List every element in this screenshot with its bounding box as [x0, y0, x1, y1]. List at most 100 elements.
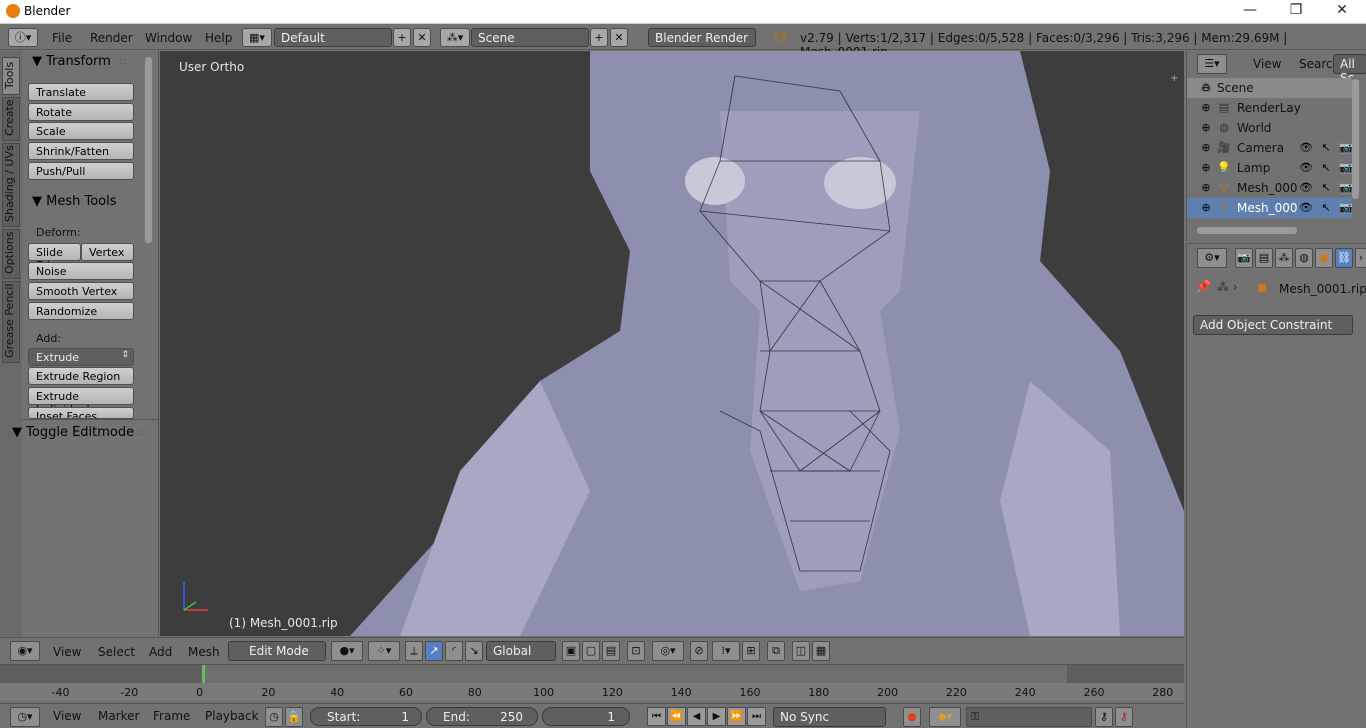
- manipulator-toggle-icon[interactable]: ⟂: [405, 641, 423, 661]
- operator-panel-header[interactable]: ▼ Toggle Editmode: [12, 425, 134, 440]
- expand-toggle-icon[interactable]: ⊕: [1199, 201, 1213, 215]
- menu-mesh[interactable]: Mesh: [188, 645, 220, 659]
- viewport-shading-icon[interactable]: ●▾: [331, 641, 363, 661]
- toolshelf-scrollbar[interactable]: [145, 57, 152, 243]
- snap-element-icon[interactable]: ⁞▾: [712, 641, 740, 661]
- face-select-icon[interactable]: ▤: [602, 641, 620, 661]
- end-frame-field[interactable]: End: 250: [426, 707, 538, 726]
- menu-select[interactable]: Select: [98, 645, 135, 659]
- outliner-scrollbar[interactable]: [1352, 79, 1359, 199]
- shrink-fatten-button[interactable]: Shrink/Fatten: [28, 142, 134, 160]
- extrude-dropdown[interactable]: Extrude ⇕: [28, 348, 134, 366]
- outliner-filter-dropdown[interactable]: All Sc: [1333, 54, 1366, 85]
- current-frame-field[interactable]: 1: [542, 707, 630, 726]
- pivot-point-icon[interactable]: ⁘▾: [368, 641, 400, 661]
- info-editor-type-icon[interactable]: ⓘ▾: [8, 28, 38, 47]
- scene-tab-icon[interactable]: ⁂: [1275, 248, 1293, 268]
- object-tab-icon[interactable]: ◼: [1315, 248, 1333, 268]
- timeline-menu-playback[interactable]: Playback: [205, 709, 259, 723]
- restore-button[interactable]: ❐: [1276, 2, 1316, 22]
- render-still-icon[interactable]: ◫: [792, 641, 810, 661]
- add-layout-icon[interactable]: +: [393, 28, 411, 47]
- close-button[interactable]: ✕: [1322, 2, 1362, 22]
- outliner-item[interactable]: ⊕ ◍ World: [1187, 118, 1352, 138]
- screen-layout-dropdown[interactable]: Default: [274, 28, 392, 47]
- preview-range-icon[interactable]: ◷: [265, 707, 283, 727]
- translate-button[interactable]: Translate: [28, 83, 134, 101]
- outliner-item[interactable]: ⊕ 💡 Lamp 👁 ↖ 📷: [1187, 158, 1352, 178]
- jump-end-icon[interactable]: ⏭: [747, 707, 766, 726]
- menu-help[interactable]: Help: [205, 31, 232, 45]
- extrude-region-button[interactable]: Extrude Region: [28, 367, 134, 385]
- renderable-camera-icon[interactable]: 📷: [1339, 181, 1353, 195]
- expand-toggle-icon[interactable]: ⊕: [1199, 161, 1213, 175]
- constraints-tab-icon[interactable]: ⛓: [1335, 248, 1353, 268]
- randomize-button[interactable]: Randomize: [28, 302, 134, 320]
- expand-toggle-icon[interactable]: ⊕: [1199, 141, 1213, 155]
- timeline-menu-frame[interactable]: Frame: [153, 709, 190, 723]
- render-tab-icon[interactable]: 📷: [1235, 248, 1253, 268]
- lock-range-icon[interactable]: 🔒: [285, 707, 303, 727]
- render-layers-tab-icon[interactable]: ▤: [1255, 248, 1273, 268]
- menu-render[interactable]: Render: [90, 31, 133, 45]
- editor-type-icon[interactable]: ◉▾: [10, 641, 40, 661]
- tab-create[interactable]: Create: [2, 97, 20, 141]
- translate-manipulator-icon[interactable]: ↗: [425, 641, 443, 661]
- render-animation-icon[interactable]: ▦: [812, 641, 830, 661]
- minimize-button[interactable]: —: [1230, 2, 1270, 22]
- push-pull-button[interactable]: Push/Pull: [28, 162, 134, 180]
- delete-keyframe-icon[interactable]: ⚷: [1115, 707, 1133, 727]
- proportional-edit-icon[interactable]: ◎▾: [652, 641, 684, 661]
- remove-scene-icon[interactable]: ✕: [610, 28, 628, 47]
- menu-file[interactable]: File: [52, 31, 72, 45]
- tab-options[interactable]: Options: [2, 229, 20, 279]
- menu-add[interactable]: Add: [149, 645, 172, 659]
- outliner-item[interactable]: ⊕ ▽ Mesh_000 👁 ↖ 📷: [1187, 178, 1352, 198]
- snap-target-icon[interactable]: ⊞: [742, 641, 760, 661]
- opengl-render-icon[interactable]: ⧉: [767, 641, 785, 661]
- tab-shading-uvs[interactable]: Shading / UVs: [2, 143, 20, 227]
- scene-selector-icon[interactable]: ⁂▾: [440, 28, 470, 47]
- renderable-camera-icon[interactable]: 📷: [1339, 141, 1353, 155]
- play-icon[interactable]: ▶: [707, 707, 726, 726]
- outliner-item[interactable]: ⊕ 🎥 Camera 👁 ↖ 📷: [1187, 138, 1352, 158]
- visibility-eye-icon[interactable]: 👁: [1299, 161, 1313, 175]
- transform-orientation-dropdown[interactable]: Global: [486, 641, 556, 661]
- inset-faces-button[interactable]: Inset Faces: [28, 407, 134, 419]
- selectable-cursor-icon[interactable]: ↖: [1319, 141, 1333, 155]
- more-tabs-icon[interactable]: ›: [1355, 248, 1366, 268]
- auto-keying-icon[interactable]: ●: [903, 707, 921, 727]
- tab-grease-pencil[interactable]: Grease Pencil: [2, 281, 20, 363]
- expand-toggle-icon[interactable]: ⊕: [1199, 101, 1213, 115]
- smooth-vertex-button[interactable]: Smooth Vertex: [28, 282, 134, 300]
- visibility-eye-icon[interactable]: 👁: [1299, 141, 1313, 155]
- selectable-cursor-icon[interactable]: ↖: [1319, 181, 1333, 195]
- outliner-hscrollbar[interactable]: [1197, 227, 1297, 234]
- render-engine-dropdown[interactable]: Blender Render: [648, 28, 756, 47]
- outliner-item[interactable]: ⊕ ▽ Mesh_000 👁 ↖ 📷: [1187, 198, 1353, 218]
- menu-window[interactable]: Window: [145, 31, 192, 45]
- transform-panel-header[interactable]: ▼ Transform: [32, 54, 111, 69]
- jump-keyframe-forward-icon[interactable]: ⏩: [727, 707, 746, 726]
- pin-icon[interactable]: 📌: [1195, 280, 1211, 295]
- sync-dropdown[interactable]: No Sync: [773, 707, 886, 727]
- occlude-geometry-icon[interactable]: ⊡: [627, 641, 645, 661]
- active-keying-set-field[interactable]: ⚿: [966, 707, 1092, 727]
- world-tab-icon[interactable]: ◍: [1295, 248, 1313, 268]
- outliner-menu-view[interactable]: View: [1253, 57, 1281, 71]
- timeline-editor-type-icon[interactable]: ◷▾: [10, 707, 40, 727]
- scale-button[interactable]: Scale: [28, 122, 134, 140]
- drag-handle-icon[interactable]: ∷: [136, 428, 142, 439]
- scale-manipulator-icon[interactable]: ↘: [465, 641, 483, 661]
- renderable-camera-icon[interactable]: 📷: [1339, 201, 1353, 215]
- snap-toggle-icon[interactable]: ⊘: [690, 641, 708, 661]
- rotate-manipulator-icon[interactable]: ◜: [445, 641, 463, 661]
- insert-keyframe-icon[interactable]: ⚷: [1095, 707, 1113, 727]
- properties-editor-type-icon[interactable]: ⚙▾: [1197, 248, 1227, 268]
- keying-set-icon[interactable]: ◆▾: [929, 707, 961, 727]
- scene-dropdown[interactable]: Scene: [471, 28, 589, 47]
- expand-toggle-icon[interactable]: ⊕: [1199, 181, 1213, 195]
- current-frame-marker[interactable]: [202, 665, 205, 684]
- expand-toggle-icon[interactable]: ⊕: [1199, 121, 1213, 135]
- selectable-cursor-icon[interactable]: ↖: [1319, 161, 1333, 175]
